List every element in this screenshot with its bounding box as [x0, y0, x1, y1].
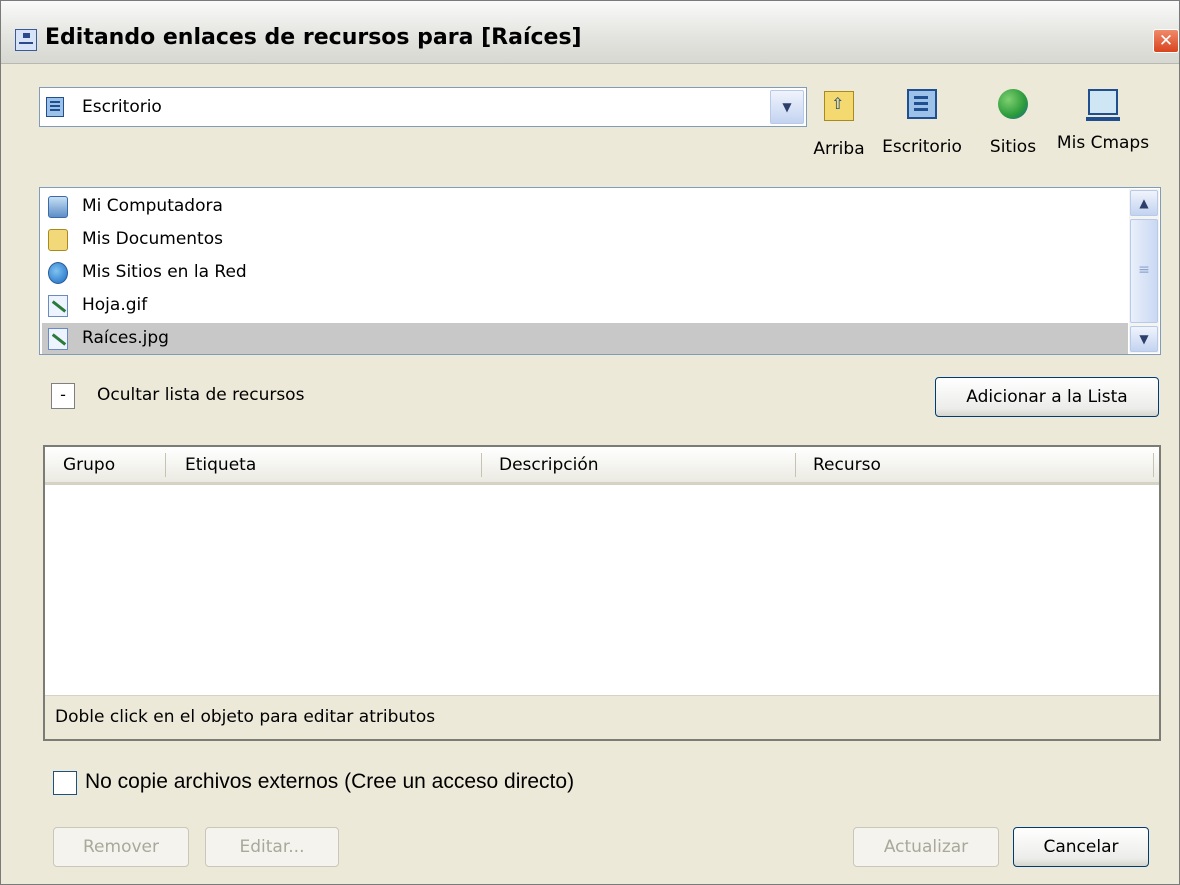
folder-up-icon — [824, 91, 854, 121]
file-item-label: Mis Documentos — [82, 229, 223, 249]
toolbar-my-cmaps-button[interactable]: Mis Cmaps — [1053, 89, 1153, 153]
column-divider[interactable] — [795, 453, 796, 477]
globe-icon — [998, 89, 1028, 119]
file-item-my-documents[interactable]: Mis Documentos — [42, 224, 1128, 256]
computer-icon — [48, 196, 68, 218]
hide-resource-list-label: Ocultar lista de recursos — [97, 385, 305, 405]
resource-file-list[interactable]: Mi Computadora Mis Documentos Mis Sitios… — [39, 187, 1161, 355]
table-header: Grupo Etiqueta Descripción Recurso — [45, 447, 1159, 485]
column-header-label[interactable]: Etiqueta — [185, 455, 256, 475]
scroll-down-button[interactable]: ▼ — [1130, 326, 1158, 352]
toolbar-sites-label: Sitios — [989, 137, 1037, 157]
status-text: Doble click en el objeto para editar atr… — [55, 707, 436, 727]
location-value: Escritorio — [82, 97, 162, 117]
app-icon — [15, 29, 37, 51]
column-divider[interactable] — [1153, 453, 1154, 477]
toolbar-sites-button[interactable]: Sitios — [981, 89, 1045, 157]
column-header-group[interactable]: Grupo — [63, 455, 115, 475]
file-item-label: Raíces.jpg — [82, 328, 169, 348]
scroll-thumb[interactable]: ≡ — [1130, 219, 1158, 323]
file-item-label: Mi Computadora — [82, 196, 223, 216]
column-header-description[interactable]: Descripción — [499, 455, 599, 475]
network-icon — [48, 262, 68, 284]
toolbar-up-button[interactable]: Arriba — [807, 89, 871, 159]
toolbar-my-cmaps-label: Mis Cmaps — [1056, 133, 1150, 153]
column-header-resource[interactable]: Recurso — [813, 455, 881, 475]
table-status-bar: Doble click en el objeto para editar atr… — [45, 695, 1159, 739]
file-item-my-computer[interactable]: Mi Computadora — [42, 191, 1128, 223]
cancel-button[interactable]: Cancelar — [1013, 827, 1149, 867]
column-divider[interactable] — [165, 453, 166, 477]
location-dropdown[interactable]: Escritorio ▼ — [39, 87, 807, 127]
desktop-icon — [907, 89, 937, 119]
update-button[interactable]: Actualizar — [853, 827, 999, 867]
no-copy-external-files-label[interactable]: No copie archivos externos (Cree un acce… — [85, 770, 574, 794]
resource-links-table[interactable]: Grupo Etiqueta Descripción Recurso Doble… — [43, 445, 1161, 741]
no-copy-external-files-checkbox[interactable] — [53, 771, 77, 795]
chevron-down-icon[interactable]: ▼ — [770, 90, 804, 124]
vertical-scrollbar[interactable]: ▲ ≡ ▼ — [1129, 189, 1159, 353]
close-button[interactable]: ✕ — [1153, 29, 1179, 53]
title-bar[interactable]: Editando enlaces de recursos para [Raíce… — [1, 1, 1179, 64]
file-item-hoja-gif[interactable]: Hoja.gif — [42, 290, 1128, 322]
desktop-icon — [46, 97, 64, 117]
toolbar-desktop-button[interactable]: Escritorio — [877, 89, 967, 157]
file-item-raices-jpg[interactable]: Raíces.jpg — [42, 323, 1128, 354]
edit-button[interactable]: Editar... — [205, 827, 339, 867]
remove-button[interactable]: Remover — [53, 827, 189, 867]
computer-icon — [1086, 89, 1120, 121]
documents-folder-icon — [48, 229, 68, 251]
toolbar-desktop-label: Escritorio — [882, 137, 962, 157]
file-item-network-places[interactable]: Mis Sitios en la Red — [42, 257, 1128, 289]
toolbar-up-label: Arriba — [813, 139, 865, 159]
file-item-label: Mis Sitios en la Red — [82, 262, 247, 282]
column-divider[interactable] — [481, 453, 482, 477]
file-item-label: Hoja.gif — [82, 295, 148, 315]
add-to-list-button[interactable]: Adicionar a la Lista — [935, 377, 1159, 417]
scroll-up-button[interactable]: ▲ — [1130, 190, 1158, 216]
resource-links-dialog: Editando enlaces de recursos para [Raíce… — [0, 0, 1180, 885]
dialog-title: Editando enlaces de recursos para [Raíce… — [45, 25, 582, 50]
image-file-icon — [48, 295, 68, 317]
image-file-icon — [48, 328, 68, 350]
hide-resource-list-toggle[interactable]: - — [51, 383, 75, 409]
